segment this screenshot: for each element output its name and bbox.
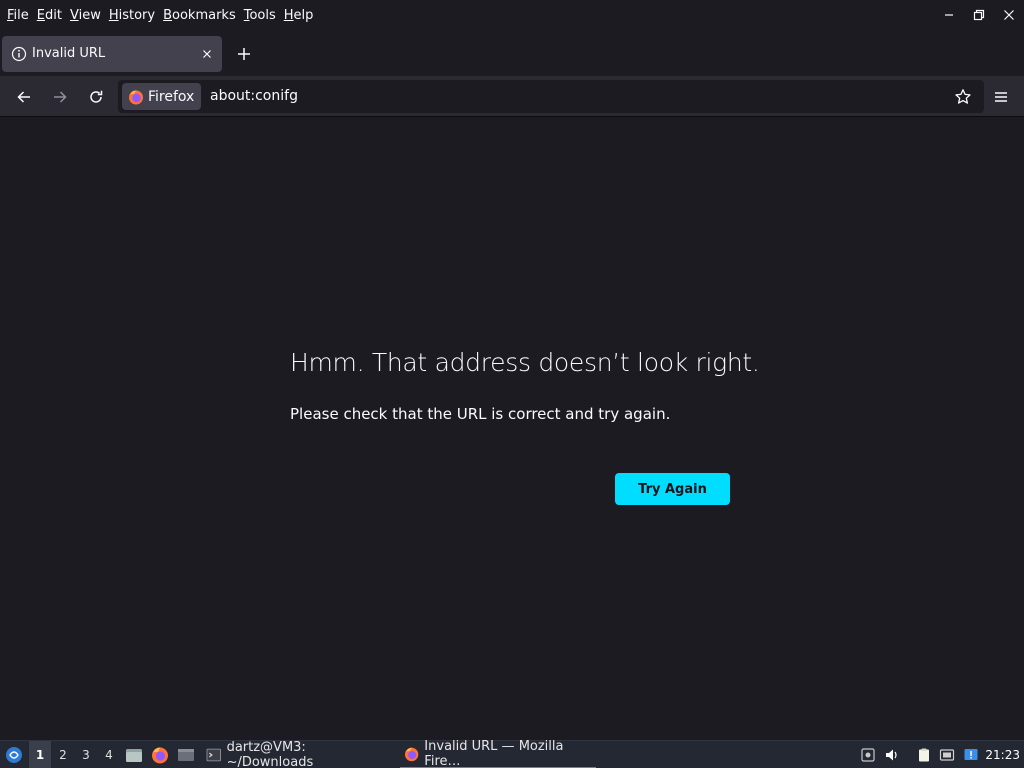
- window-icon: [178, 749, 194, 761]
- url-bar[interactable]: Firefox about:conifg: [118, 80, 984, 113]
- bookmark-star-button[interactable]: [954, 88, 972, 110]
- firefox-icon: [404, 747, 419, 762]
- menu-file[interactable]: File: [7, 6, 29, 25]
- tray-clipboard[interactable]: [913, 741, 935, 768]
- tab-title: Invalid URL: [32, 46, 106, 61]
- minimize-icon: [945, 14, 953, 16]
- try-again-button[interactable]: Try Again: [615, 473, 730, 505]
- restore-button[interactable]: [964, 0, 994, 30]
- plus-icon: [238, 48, 250, 60]
- menu-tools[interactable]: Tools: [244, 6, 276, 25]
- firefox-launcher[interactable]: [149, 741, 171, 768]
- notification-icon: [964, 749, 978, 760]
- tab-strip: Invalid URL: [0, 30, 1024, 76]
- start-menu-button[interactable]: [2, 741, 26, 768]
- close-icon: [203, 50, 211, 58]
- close-icon: [1004, 10, 1014, 20]
- task-label: dartz@VM3: ~/Downloads: [226, 740, 314, 768]
- task-terminal[interactable]: dartz@VM3: ~/Downloads: [202, 740, 392, 768]
- network-icon: [939, 749, 955, 761]
- workspace-4[interactable]: 4: [98, 741, 120, 768]
- menu-bookmarks[interactable]: Bookmarks: [163, 6, 236, 25]
- info-icon: [11, 46, 27, 66]
- clipboard-icon: [919, 748, 929, 762]
- task-label: Invalid URL — Mozilla Fire…: [424, 739, 564, 768]
- identity-label: Firefox: [148, 88, 195, 105]
- workspace-1[interactable]: 1: [29, 741, 51, 768]
- files-launcher[interactable]: [123, 741, 145, 768]
- new-tab-button[interactable]: [232, 42, 256, 66]
- window-controls: [934, 0, 1024, 30]
- back-button[interactable]: [11, 84, 37, 110]
- volume-icon: [886, 749, 897, 761]
- minimize-button[interactable]: [934, 0, 964, 30]
- page-content: Hmm. That address doesn’t look right. Pl…: [0, 118, 1024, 740]
- navigation-toolbar: Firefox about:conifg: [0, 76, 1024, 117]
- arrow-right-icon: [54, 91, 67, 103]
- menu-edit[interactable]: Edit: [37, 6, 62, 25]
- close-window-button[interactable]: [994, 0, 1024, 30]
- tray-network[interactable]: [936, 741, 958, 768]
- tray-volume[interactable]: [881, 741, 903, 768]
- menu-view[interactable]: View: [70, 6, 101, 25]
- error-description: Please check that the URL is correct and…: [290, 405, 671, 423]
- window-launcher[interactable]: [175, 741, 197, 768]
- reload-icon: [90, 90, 103, 103]
- folder-icon: [126, 749, 142, 762]
- menu-bar: File Edit View History Bookmarks Tools H…: [0, 0, 1024, 30]
- workspace-3[interactable]: 3: [75, 741, 97, 768]
- menu-help[interactable]: Help: [284, 6, 314, 25]
- workspace-2[interactable]: 2: [52, 741, 74, 768]
- screenshot-icon: [861, 748, 875, 762]
- reload-button[interactable]: [83, 84, 109, 110]
- distro-logo-icon: [6, 747, 22, 763]
- menu-history[interactable]: History: [109, 6, 155, 25]
- url-text[interactable]: about:conifg: [210, 88, 298, 104]
- restore-icon: [973, 9, 985, 21]
- terminal-icon: [206, 748, 221, 762]
- hamburger-icon: [995, 92, 1007, 102]
- firefox-icon: [152, 747, 168, 764]
- star-icon: [955, 89, 971, 104]
- firefox-icon: [129, 89, 143, 104]
- clock[interactable]: 21:23: [985, 741, 1020, 768]
- forward-button[interactable]: [47, 84, 73, 110]
- app-menu-button[interactable]: [988, 84, 1014, 110]
- identity-box[interactable]: Firefox: [122, 83, 202, 110]
- tray-screenshot[interactable]: [857, 741, 879, 768]
- task-firefox[interactable]: Invalid URL — Mozilla Fire…: [400, 739, 596, 768]
- tray-notification[interactable]: [960, 741, 982, 768]
- tab-invalid-url[interactable]: Invalid URL: [2, 36, 222, 72]
- tab-close-button[interactable]: [200, 46, 214, 65]
- taskbar: 1 2 3 4 dartz@VM3: ~/Downloads Invalid U…: [0, 739, 1024, 768]
- error-title: Hmm. That address doesn’t look right.: [290, 348, 760, 377]
- arrow-left-icon: [17, 91, 30, 103]
